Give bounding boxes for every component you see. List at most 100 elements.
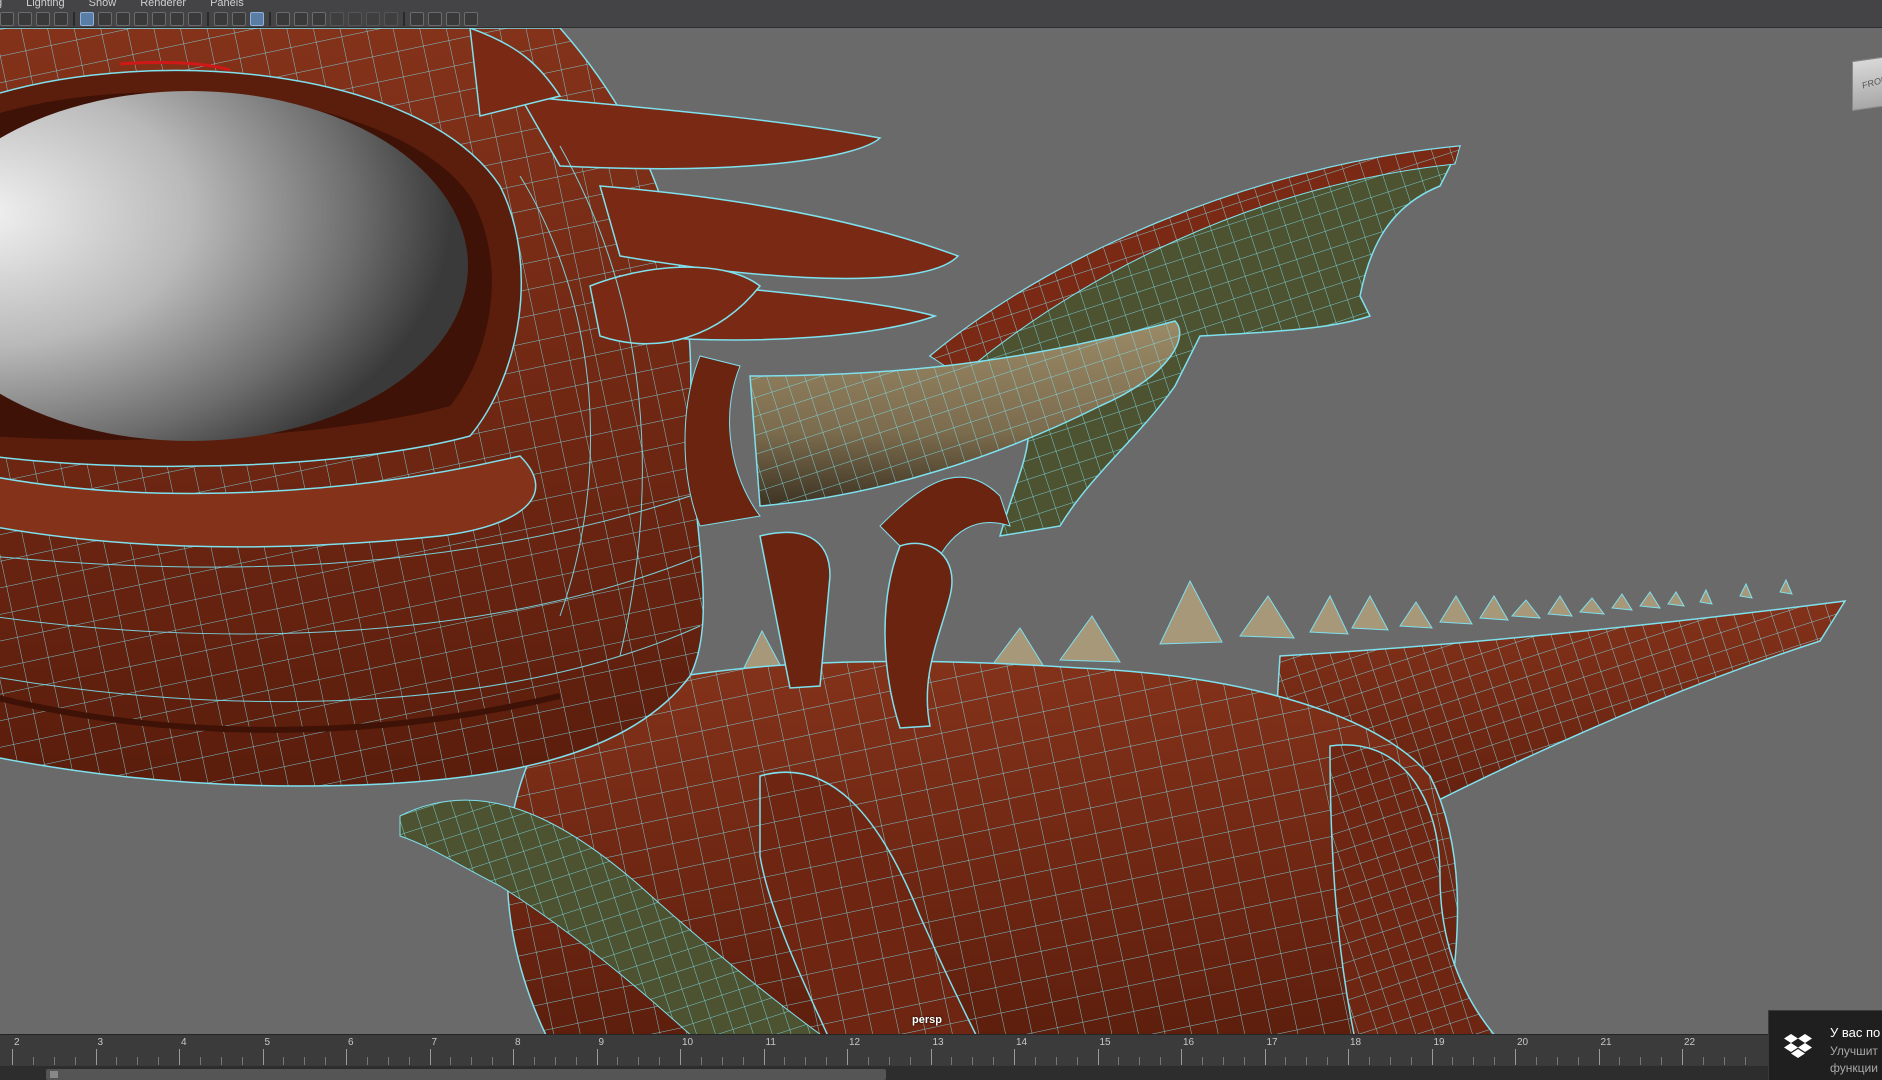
use-all-lights-icon[interactable] [294, 11, 308, 26]
timeline-minor-tick [471, 1057, 473, 1065]
timeline-minor-tick [1744, 1057, 1746, 1065]
shadows-icon[interactable] [312, 11, 326, 26]
notification-title: У вас по [1830, 1025, 1881, 1040]
dragon-model-render[interactable] [0, 28, 1882, 1034]
smooth-shade-icon[interactable] [232, 11, 246, 26]
timeline-tick [1682, 1049, 1683, 1065]
timeline-minor-tick [492, 1057, 494, 1065]
timeline-tick [1598, 1049, 1600, 1065]
snapshot-icon[interactable] [36, 11, 50, 26]
anti-aliasing-icon[interactable] [366, 11, 380, 26]
timeline-minor-tick [325, 1057, 327, 1065]
timeline-minor-tick [199, 1057, 201, 1065]
timeline-tick-label: 3 [97, 1037, 104, 1048]
timeline-minor-tick [826, 1057, 828, 1065]
safe-action-icon[interactable] [170, 11, 184, 26]
toolbar-separator [269, 11, 271, 26]
timeline-minor-tick [1452, 1057, 1454, 1065]
pen-icon[interactable] [54, 11, 68, 26]
timeline-minor-tick [408, 1057, 410, 1065]
timeline-tick-label: 16 [1183, 1037, 1195, 1048]
notification-text-line-1: Улучшит [1830, 1044, 1878, 1058]
textured-icon[interactable] [276, 11, 290, 26]
timeline-tick-label: 6 [348, 1037, 354, 1048]
timeline-tick-label: 10 [682, 1037, 694, 1048]
timeline-minor-tick [972, 1057, 974, 1065]
grid-icon[interactable] [80, 11, 94, 26]
timeline-tick-label: 17 [1266, 1037, 1278, 1048]
timeline-tick [1431, 1049, 1433, 1065]
timeline-minor-tick [1306, 1057, 1308, 1065]
timeline-minor-tick [283, 1057, 285, 1065]
timeline-minor-tick [951, 1057, 953, 1065]
field-chart-icon[interactable] [152, 11, 166, 26]
timeline-tick-label: 20 [1517, 1037, 1529, 1048]
timeline-tick [429, 1049, 431, 1065]
xray-joints-icon[interactable] [446, 11, 460, 26]
depth-of-field-icon[interactable] [384, 11, 398, 26]
range-slider-handle[interactable] [46, 1069, 886, 1080]
timeline-minor-tick [32, 1057, 34, 1065]
menu-renderer[interactable]: Renderer [140, 0, 186, 10]
timeline-minor-tick [1410, 1057, 1412, 1065]
timeline-minor-tick [575, 1057, 577, 1065]
wireframe-on-shaded-icon[interactable] [250, 11, 264, 26]
timeline-minor-tick [1201, 1057, 1203, 1065]
timeline-minor-tick [1661, 1057, 1663, 1065]
notification-text-line-2: функции [1830, 1061, 1878, 1075]
viewcube[interactable]: FRONT [1852, 54, 1882, 112]
timeline-minor-tick [1556, 1057, 1558, 1065]
timeline-tick-label: 15 [1099, 1037, 1111, 1048]
timeline-tick [680, 1049, 681, 1065]
timeline-minor-tick [742, 1057, 744, 1065]
motion-blur-icon[interactable] [348, 11, 362, 26]
timeline-tick [179, 1049, 180, 1065]
time-slider[interactable]: 2 3 4 5 6 7 8 9 10 11 12 13 14 15 16 17 18 19 20 21 22 [0, 1034, 1882, 1066]
notification-popup[interactable]: У вас по Улучшит функции [1768, 1010, 1882, 1080]
timeline-minor-tick [1702, 1057, 1704, 1065]
timeline-minor-tick [158, 1057, 160, 1065]
menu-lighting[interactable]: Lighting [26, 0, 65, 10]
timeline-minor-tick [1118, 1057, 1120, 1065]
range-slider-bar[interactable] [0, 1066, 1882, 1080]
gate-mask-icon[interactable] [134, 11, 148, 26]
timeline-minor-tick [366, 1057, 368, 1065]
timeline-tick [513, 1049, 514, 1065]
timeline-minor-tick [1076, 1057, 1078, 1065]
ambient-occlusion-icon[interactable] [330, 11, 344, 26]
timeline-tick-label: 7 [431, 1037, 438, 1048]
timeline-minor-tick [1494, 1057, 1496, 1065]
timeline-minor-tick [700, 1057, 702, 1065]
timeline-minor-tick [241, 1057, 243, 1065]
timeline-minor-tick [1619, 1057, 1621, 1065]
panel-menu: g Lighting Show Renderer Panels [0, 0, 268, 10]
resolution-gate-icon[interactable] [116, 11, 130, 26]
timeline-tick [1097, 1049, 1099, 1065]
camera-attributes-icon[interactable] [18, 11, 32, 26]
timeline-minor-tick [784, 1057, 786, 1065]
xray-components-icon[interactable] [464, 11, 478, 26]
wireframe-icon[interactable] [214, 11, 228, 26]
timeline-tick [346, 1049, 347, 1065]
timeline-tick [1181, 1049, 1182, 1065]
menu-show[interactable]: Show [89, 0, 117, 10]
timeline-tick-label: 13 [932, 1037, 944, 1048]
xray-icon[interactable] [428, 11, 442, 26]
timeline-tick-label: 4 [181, 1037, 187, 1048]
safe-title-icon[interactable] [188, 11, 202, 26]
timeline-tick [596, 1049, 598, 1065]
timeline-minor-tick [888, 1057, 890, 1065]
select-camera-icon[interactable] [0, 11, 14, 26]
film-gate-icon[interactable] [98, 11, 112, 26]
timeline-tick-label: 22 [1684, 1037, 1696, 1048]
viewport-persp[interactable]: FRONT persp [0, 28, 1882, 1034]
menu-panels[interactable]: Panels [210, 0, 244, 10]
viewcube-label: FRONT [1861, 72, 1882, 91]
isolate-select-icon[interactable] [410, 11, 424, 26]
timeline-tick-label: 14 [1016, 1037, 1028, 1048]
timeline-minor-tick [1640, 1057, 1642, 1065]
toolbar-separator [207, 11, 209, 26]
menu-g[interactable]: g [0, 0, 2, 10]
timeline-minor-tick [659, 1057, 661, 1065]
timeline-minor-tick [867, 1057, 869, 1065]
